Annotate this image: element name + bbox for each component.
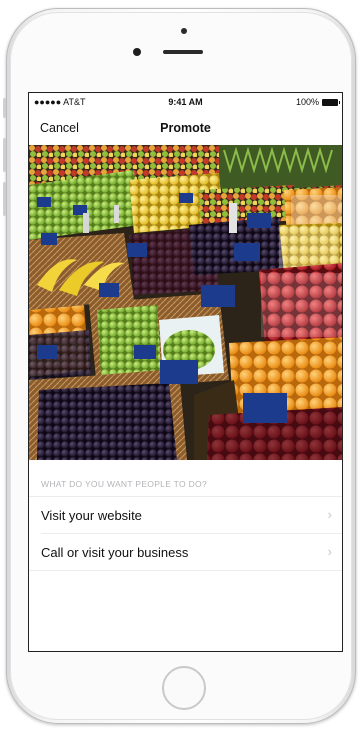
visit-website-option[interactable]: Visit your website › [29, 497, 342, 533]
page-title: Promote [160, 121, 211, 135]
divider [29, 570, 342, 571]
front-camera [181, 28, 187, 34]
battery-percent: 100% [295, 97, 319, 107]
chevron-right-icon: › [327, 544, 332, 559]
battery-indicator: 100% [295, 97, 340, 107]
market-produce-photo [29, 145, 342, 460]
navigation-bar: Cancel Promote [29, 113, 342, 143]
question-header: WHAT DO YOU WANT PEOPLE TO DO? [29, 472, 342, 496]
battery-icon [322, 98, 340, 106]
phone-screen: ●●●●● AT&T 9:41 AM 100% Cancel Promote W… [28, 92, 343, 652]
call-or-visit-business-option[interactable]: Call or visit your business › [29, 534, 342, 570]
status-bar: ●●●●● AT&T 9:41 AM 100% [29, 93, 342, 111]
chevron-right-icon: › [327, 507, 332, 522]
earpiece-speaker [163, 50, 203, 54]
home-button[interactable] [162, 666, 206, 710]
volume-down-button [3, 182, 6, 216]
mute-switch [3, 98, 6, 118]
option-label: Call or visit your business [41, 545, 189, 560]
volume-up-button [3, 138, 6, 172]
question-text: WHAT DO YOU WANT PEOPLE TO DO? [41, 479, 207, 489]
proximity-sensor [133, 48, 141, 56]
option-label: Visit your website [41, 508, 142, 523]
